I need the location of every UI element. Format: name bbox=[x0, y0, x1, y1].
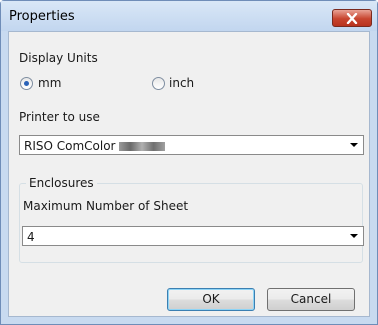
ok-button[interactable]: OK bbox=[167, 288, 255, 311]
printer-select[interactable]: RISO ComColor bbox=[19, 135, 364, 155]
radio-inch[interactable] bbox=[152, 77, 165, 90]
enclosures-group-title: Enclosures bbox=[26, 176, 97, 190]
cancel-button[interactable]: Cancel bbox=[267, 288, 355, 311]
display-units-label: Display Units bbox=[19, 51, 98, 65]
close-icon bbox=[346, 13, 358, 24]
max-sheets-label: Maximum Number of Sheet bbox=[23, 199, 189, 213]
redacted-model bbox=[118, 142, 165, 151]
max-sheets-value: 4 bbox=[27, 230, 35, 244]
max-sheets-select[interactable]: 4 bbox=[22, 226, 364, 246]
printer-label: Printer to use bbox=[19, 110, 100, 124]
window-title: Properties bbox=[9, 9, 75, 24]
printer-select-value: RISO ComColor bbox=[24, 139, 165, 153]
close-button[interactable] bbox=[332, 9, 372, 27]
dialog-body: Display Units mm inch Printer to use RIS… bbox=[8, 31, 370, 317]
chevron-down-icon[interactable] bbox=[350, 143, 358, 147]
chevron-down-icon[interactable] bbox=[350, 234, 358, 238]
enclosures-group: Enclosures bbox=[19, 176, 363, 263]
printer-name: RISO ComColor bbox=[24, 139, 116, 153]
title-bar[interactable]: Properties bbox=[1, 1, 377, 31]
radio-mm[interactable] bbox=[20, 77, 33, 90]
radio-mm-label[interactable]: mm bbox=[38, 76, 61, 90]
radio-inch-label[interactable]: inch bbox=[169, 76, 194, 90]
properties-dialog: Properties Display Units mm inch Printer… bbox=[0, 0, 378, 325]
